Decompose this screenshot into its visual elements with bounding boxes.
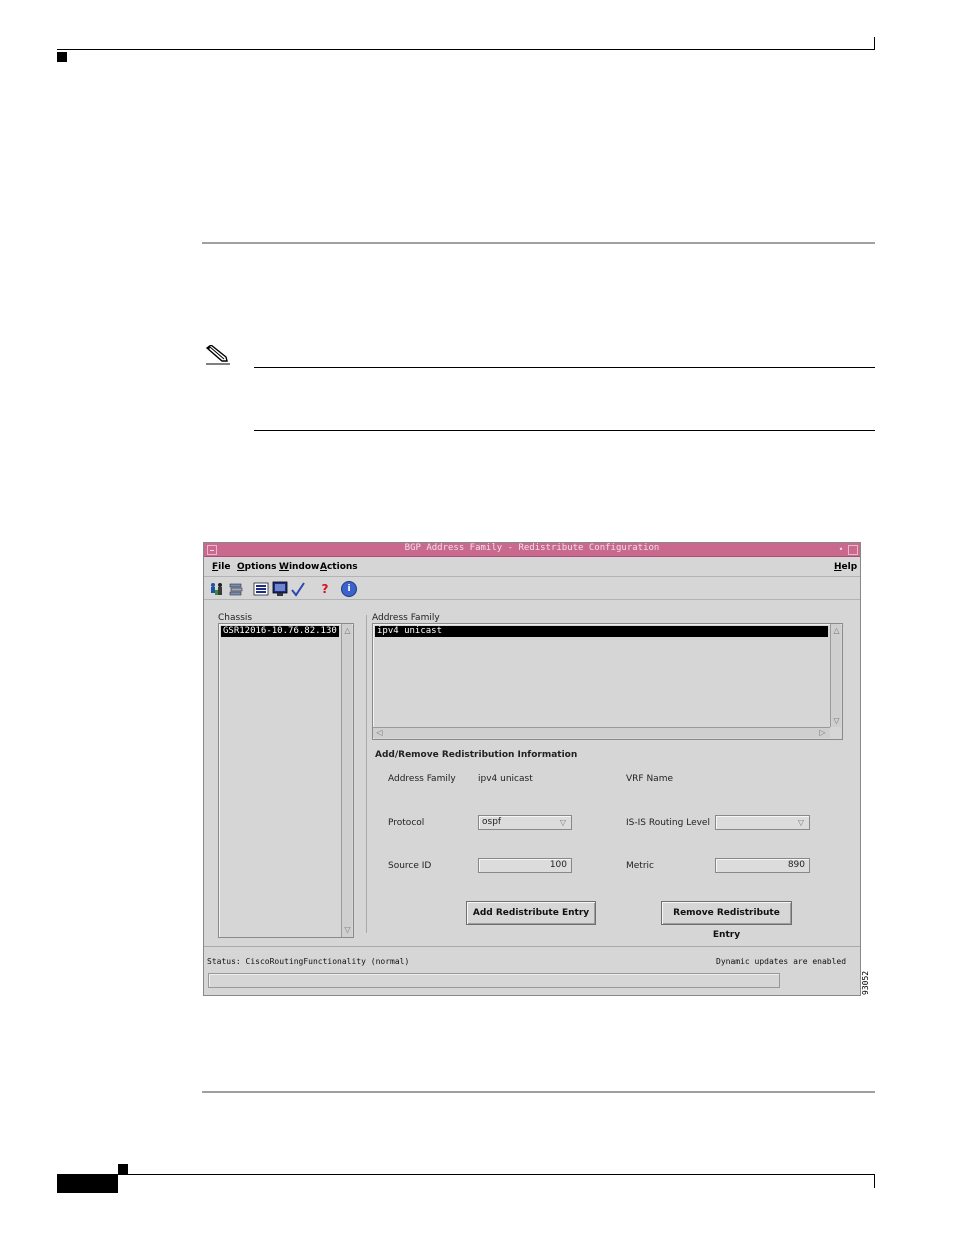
list-icon[interactable] (253, 581, 269, 597)
section-rule-top (202, 242, 875, 244)
status-text: Status: CiscoRoutingFunctionality (norma… (207, 957, 410, 966)
protocol-label: Protocol (388, 818, 425, 828)
metric-label: Metric (626, 861, 654, 871)
protocol-dropdown[interactable]: ospf ▽ (478, 815, 572, 830)
checkmark-icon[interactable] (290, 581, 306, 597)
address-family-list[interactable]: ipv4 unicast △ ▽ ◁ ▷ (372, 623, 843, 740)
note-rule-bottom (254, 430, 875, 431)
chassis-vertical-scrollbar[interactable]: △ ▽ (341, 624, 352, 937)
window-minimize-button[interactable]: • (836, 545, 846, 555)
scroll-right-arrow-icon[interactable]: ▷ (817, 727, 828, 738)
menu-actions[interactable]: Actions (320, 562, 358, 572)
note-rule-top (254, 367, 875, 368)
menu-window[interactable]: Window (279, 562, 319, 572)
page-footer-marker (118, 1164, 128, 1174)
app-window: BGP Address Family - Redistribute Config… (203, 542, 861, 996)
page-header-rule (57, 49, 875, 50)
progress-bar (208, 973, 780, 988)
window-titlebar[interactable]: BGP Address Family - Redistribute Config… (204, 543, 860, 557)
window-title: BGP Address Family - Redistribute Config… (404, 543, 660, 553)
window-maximize-button[interactable] (848, 545, 858, 555)
chassis-list-item[interactable]: GSR12016-10.76.82.130 (221, 626, 339, 637)
source-id-label: Source ID (388, 861, 432, 871)
panel-divider (366, 615, 367, 933)
page-footer-tick (874, 1175, 875, 1188)
address-family-horizontal-scrollbar[interactable]: ◁ ▷ (373, 727, 830, 738)
chassis-list[interactable]: GSR12016-10.76.82.130 △ ▽ (218, 623, 354, 938)
address-family-vertical-scrollbar[interactable]: △ ▽ (830, 624, 841, 727)
scroll-down-arrow-icon[interactable]: ▽ (831, 715, 842, 726)
isis-routing-level-dropdown[interactable]: ▽ (715, 815, 810, 830)
address-family-label: Address Family (388, 774, 456, 784)
people-icon[interactable] (209, 581, 225, 597)
protocol-dropdown-value: ospf (482, 817, 502, 827)
redistribution-section-title: Add/Remove Redistribution Information (375, 750, 578, 760)
add-redistribute-entry-button[interactable]: Add Redistribute Entry (466, 901, 596, 925)
scroll-down-arrow-icon[interactable]: ▽ (342, 924, 353, 935)
chassis-label: Chassis (218, 613, 253, 623)
figure-id: 93052 (861, 970, 870, 996)
info-icon[interactable]: i (341, 581, 357, 597)
vrf-name-label: VRF Name (626, 774, 673, 784)
metric-input[interactable]: 890 (715, 858, 810, 873)
chevron-down-icon: ▽ (559, 818, 567, 827)
page-header-tick (874, 37, 875, 50)
page-footer-block (57, 1175, 118, 1193)
source-id-input[interactable]: 100 (478, 858, 572, 873)
address-family-list-label: Address Family (372, 613, 440, 623)
note-pencil-icon (205, 345, 230, 365)
scroll-up-arrow-icon[interactable]: △ (342, 625, 353, 636)
help-icon[interactable]: ? (317, 581, 333, 597)
menu-help[interactable]: Help (834, 562, 857, 572)
menu-file[interactable]: File (212, 562, 230, 572)
dynamic-updates-status: Dynamic updates are enabled (716, 957, 847, 966)
monitor-icon[interactable] (272, 581, 288, 597)
stack-icon[interactable] (228, 581, 244, 597)
menu-bar: File Options Window Actions Help (204, 558, 860, 577)
toolbar: ? i (204, 578, 860, 600)
remove-redistribute-entry-button[interactable]: Remove Redistribute Entry (661, 901, 792, 940)
address-family-value: ipv4 unicast (478, 774, 533, 784)
isis-routing-level-label: IS-IS Routing Level (626, 818, 710, 828)
chevron-down-icon: ▽ (797, 818, 805, 827)
scroll-left-arrow-icon[interactable]: ◁ (374, 727, 385, 738)
menu-options[interactable]: Options (237, 562, 276, 572)
status-separator (204, 946, 860, 947)
section-rule-bottom (202, 1091, 875, 1093)
page-footer-rule (57, 1174, 875, 1175)
scroll-up-arrow-icon[interactable]: △ (831, 625, 842, 636)
page-header-marker (57, 52, 67, 62)
address-family-list-item[interactable]: ipv4 unicast (375, 626, 828, 637)
